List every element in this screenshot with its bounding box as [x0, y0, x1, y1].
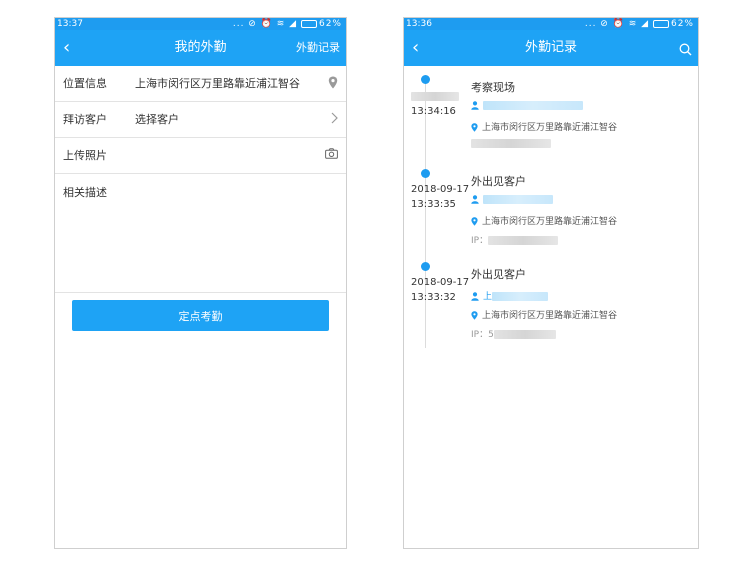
record-ip: IP：5: [471, 327, 556, 340]
battery-icon: [300, 19, 317, 28]
timeline-dot: [421, 75, 430, 84]
record-address: 上海市闵行区万里路靠近浦江智谷: [471, 214, 617, 227]
visit-customer-label: 拜访客户: [63, 113, 107, 126]
location-row[interactable]: 位置信息 上海市闵行区万里路靠近浦江智谷: [55, 66, 346, 102]
select-customer-value[interactable]: 选择客户: [135, 102, 179, 137]
nav-bar: ‹ 我的外勤 外勤记录: [55, 30, 346, 66]
status-icons: ... ⊘ ⏰ ≋ ◢ 62%: [233, 18, 342, 30]
user-icon: [471, 195, 479, 204]
record-ip: IP：: [471, 233, 559, 246]
location-value: 上海市闵行区万里路靠近浦江智谷: [135, 77, 300, 90]
location-pin-icon: [471, 311, 478, 320]
record-address: 上海市闵行区万里路靠近浦江智谷: [471, 308, 617, 321]
record-date: 2018-09-17: [411, 184, 470, 195]
location-label: 位置信息: [63, 77, 107, 90]
status-time: 13:37: [57, 19, 83, 29]
upload-photo-row[interactable]: 上传照片: [55, 138, 346, 174]
user-icon: [471, 292, 479, 301]
battery-icon: [652, 19, 669, 28]
record-title: 考察现场: [471, 81, 515, 94]
camera-icon[interactable]: [325, 148, 338, 162]
record-item[interactable]: 2018-09-17 13:33:35 外出见客户 上海市闵行区万里路靠近浦江智…: [404, 161, 698, 256]
status-bar: 13:37 ... ⊘ ⏰ ≋ ◢ 62%: [55, 18, 346, 30]
status-indicator-icons: ... ⊘ ⏰ ≋ ◢: [584, 19, 650, 29]
redacted-user: [483, 101, 583, 110]
redacted-ip: [493, 330, 556, 339]
my-fieldwork-screen: 13:37 ... ⊘ ⏰ ≋ ◢ 62% ‹ 我的外勤 外勤记录 位置信息 上…: [54, 17, 347, 549]
record-title: 外出见客户: [471, 268, 526, 281]
record-item[interactable]: 2018-09-17 13:33:32 外出见客户 上 上海市闵行区万里路靠近浦…: [404, 255, 698, 350]
record-title: 外出见客户: [471, 175, 526, 188]
record-date: [411, 90, 459, 103]
record-user: [471, 101, 583, 111]
redacted-user: [492, 292, 549, 301]
location-pin-icon: [471, 123, 478, 132]
redacted-user: [483, 195, 553, 204]
page-title: 外勤记录: [524, 40, 577, 55]
timeline-dot: [421, 262, 430, 271]
upload-photo-label: 上传照片: [63, 149, 107, 162]
fieldwork-records-link[interactable]: 外勤记录: [296, 30, 340, 66]
visit-customer-row[interactable]: 拜访客户 选择客户: [55, 102, 346, 138]
redacted-date: [411, 91, 459, 101]
nav-bar: ‹ 外勤记录: [404, 30, 698, 66]
record-user: 上: [471, 289, 549, 302]
location-pin-icon: [471, 217, 478, 226]
status-bar: 13:36 ... ⊘ ⏰ ≋ ◢ 62%: [404, 18, 698, 30]
fieldwork-records-screen: 13:36 ... ⊘ ⏰ ≋ ◢ 62% ‹ 外勤记录 13:34:16 考察…: [403, 17, 699, 549]
description-label: 相关描述: [63, 186, 107, 199]
chevron-right-icon: [331, 112, 338, 127]
record-user: [471, 195, 553, 205]
record-time: 13:33:32: [411, 292, 456, 303]
fixed-point-attendance-button[interactable]: 定点考勤: [72, 300, 329, 331]
battery-level: 62%: [670, 19, 694, 29]
record-time: 13:33:35: [411, 199, 456, 210]
search-icon[interactable]: [679, 41, 692, 60]
redacted-ip: [471, 139, 551, 148]
status-icons: ... ⊘ ⏰ ≋ ◢ 62%: [585, 18, 694, 30]
record-time: 13:34:16: [411, 106, 456, 117]
user-icon: [471, 101, 479, 110]
battery-level: 62%: [318, 19, 342, 29]
description-area[interactable]: 相关描述: [55, 174, 346, 293]
record-date: 2018-09-17: [411, 277, 470, 288]
record-address: 上海市闵行区万里路靠近浦江智谷: [471, 120, 617, 133]
status-indicator-icons: ... ⊘ ⏰ ≋ ◢: [232, 19, 298, 29]
record-item[interactable]: 13:34:16 考察现场 上海市闵行区万里路靠近浦江智谷: [404, 67, 698, 162]
status-time: 13:36: [406, 19, 432, 29]
record-ip: [471, 139, 551, 149]
timeline-dot: [421, 169, 430, 178]
redacted-ip: [488, 236, 559, 245]
location-pin-icon[interactable]: [328, 76, 338, 92]
